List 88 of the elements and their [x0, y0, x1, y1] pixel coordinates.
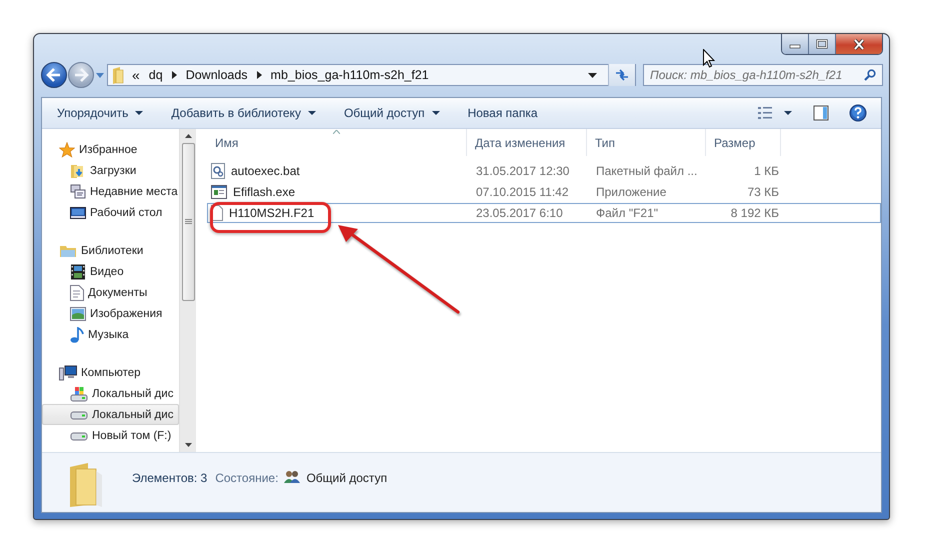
toolbar-menu-button[interactable]: Упорядочить [48, 102, 152, 124]
file-row[interactable]: autoexec.bat 31.05.2017 12:30 Пакетный файл ... 1 КБ [207, 161, 881, 181]
help-icon [849, 104, 867, 122]
folder-icon [112, 66, 124, 84]
close-button[interactable] [836, 34, 882, 54]
caret-icon [135, 111, 144, 115]
music-note-icon [70, 326, 84, 342]
film-icon [70, 264, 86, 280]
file-row[interactable]: Efiflash.exe 07.10.2015 11:42 Приложение 73 КБ [207, 182, 881, 202]
nav-item[interactable]: Рабочий стол [42, 202, 179, 223]
file-name: autoexec.bat [231, 164, 300, 178]
nav-item[interactable]: Документы [42, 282, 179, 303]
scroll-down-icon[interactable] [184, 443, 192, 447]
date-cell-text: 23.05.2017 6:10 [475, 205, 564, 222]
nav-item[interactable]: Изображения [42, 303, 179, 324]
breadcrumb-overflow[interactable]: « [132, 67, 140, 83]
scroll-up-icon[interactable] [184, 134, 192, 138]
nav-item[interactable]: Библиотеки [42, 240, 179, 261]
caret-icon [308, 111, 316, 115]
star-icon [59, 142, 75, 158]
dropdown-arrow-icon[interactable] [588, 72, 597, 78]
toolbar-menu-button[interactable]: Добавить в библиотеку [162, 102, 325, 124]
image-icon [70, 306, 86, 320]
nav-item[interactable]: Новый том (F:) [42, 425, 179, 446]
date-cell-text: 31.05.2017 12:30 [475, 163, 570, 180]
size-cell-text: 8 192 КБ [730, 205, 780, 222]
close-icon [852, 38, 866, 50]
breadcrumb-item[interactable]: mb_bios_ga-h110m-s2h_f21 [270, 68, 429, 82]
nav-item[interactable]: Компьютер [42, 362, 179, 383]
column-header[interactable]: Тип [587, 129, 706, 156]
history-dropdown-icon[interactable] [96, 72, 104, 78]
refresh-icon [615, 69, 629, 81]
drive-icon [70, 410, 88, 420]
maximize-icon [816, 39, 828, 49]
forward-arrow-icon [73, 68, 89, 82]
nav-item[interactable]: Музыка [42, 324, 179, 345]
address-bar[interactable]: « dq Downloads mb_bios_ga-h110m-s2h_f21 [107, 64, 636, 86]
preview-pane-icon [813, 105, 829, 121]
users-icon [284, 470, 300, 484]
desktop-icon [70, 204, 86, 220]
column-header[interactable]: Дата изменения [467, 129, 587, 156]
toolbar-menu-button[interactable]: Новая папка [458, 102, 547, 124]
search-field[interactable]: Поиск: mb_bios_ga-h110m-s2h_f21 [643, 64, 883, 86]
type-cell-text: Файл "F21" [595, 205, 660, 222]
size-cell-text: 1 КБ [753, 163, 780, 180]
breadcrumb-item[interactable]: dq [148, 68, 163, 82]
toolbar-menu-button[interactable]: Общий доступ [334, 102, 449, 124]
list-view-icon [757, 106, 793, 120]
nav-item[interactable]: Локальный дис [42, 383, 179, 404]
maximize-button[interactable] [809, 34, 836, 54]
chevron-icon[interactable] [172, 71, 177, 79]
download-folder-icon [70, 162, 86, 178]
state-label: Состояние: [215, 471, 278, 485]
sharing-state: Общий доступ [306, 471, 388, 485]
recent-places-icon [70, 184, 86, 200]
back-button[interactable] [41, 62, 67, 88]
refresh-button[interactable] [608, 64, 635, 86]
back-arrow-icon [46, 68, 62, 82]
application-icon [211, 185, 227, 199]
file-name: H110MS2H.F21 [229, 206, 314, 220]
size-cell-text: 73 КБ [746, 184, 780, 201]
item-count: Элементов: 3 [132, 471, 208, 485]
mouse-cursor-icon [703, 49, 715, 68]
nav-item[interactable]: Загрузки [42, 160, 179, 181]
file-name: Efiflash.exe [233, 185, 296, 199]
file-row[interactable]: H110MS2H.F21 23.05.2017 6:10 Файл "F21" 8 192 КБ [207, 203, 881, 223]
search-icon[interactable] [864, 69, 876, 81]
column-header[interactable]: Имя [207, 129, 467, 156]
nav-item[interactable]: Видео [42, 261, 179, 282]
date-cell-text: 07.10.2015 11:42 [475, 184, 570, 201]
gear-file-icon [211, 163, 225, 179]
computer-icon [59, 364, 77, 380]
caret-icon [432, 111, 440, 115]
scrollbar[interactable] [179, 129, 196, 452]
system-drive-icon [70, 386, 88, 402]
breadcrumb-item[interactable]: Downloads [186, 68, 248, 82]
grip-icon [184, 219, 192, 225]
nav-item[interactable]: Недавние места [42, 181, 179, 202]
minimize-button[interactable] [782, 34, 809, 54]
nav-item[interactable]: Локальный дис [42, 404, 179, 425]
drive-icon [70, 430, 88, 440]
column-header[interactable]: Размер [706, 129, 781, 156]
chevron-icon[interactable] [256, 71, 262, 79]
nav-item[interactable]: Избранное [42, 139, 179, 160]
type-cell-text: Приложение [595, 184, 668, 201]
type-cell-text: Пакетный файл ... [595, 163, 698, 180]
forward-button[interactable] [68, 62, 94, 88]
document-icon [70, 284, 84, 300]
